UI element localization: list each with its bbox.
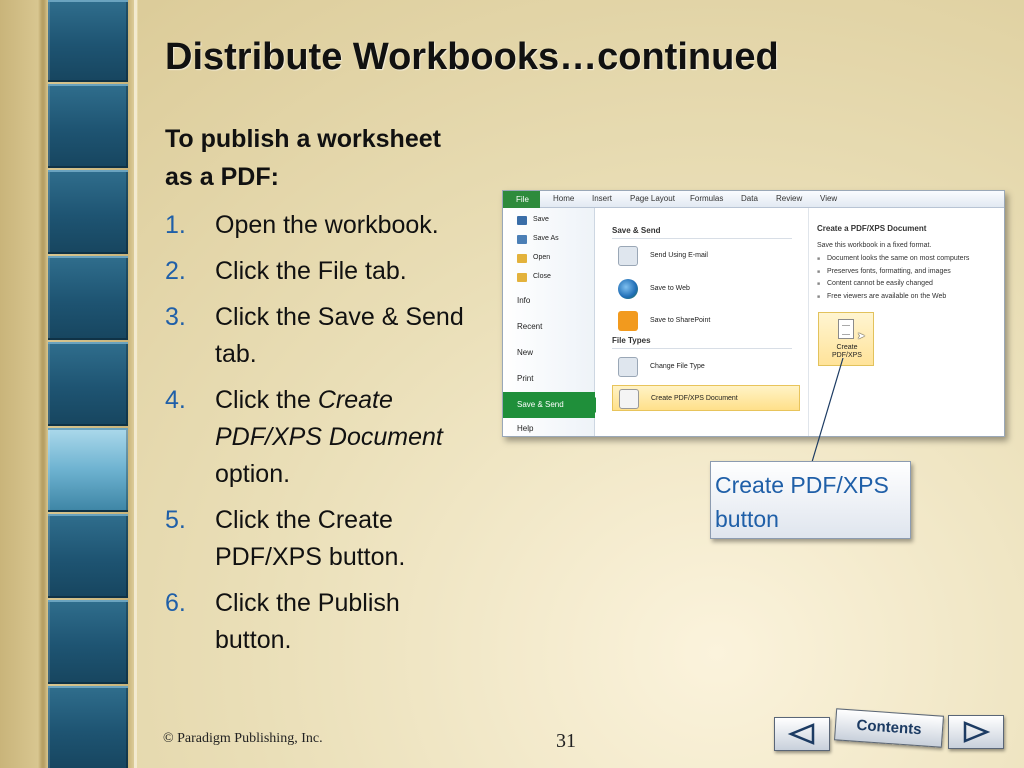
step-text: Open the workbook. bbox=[215, 211, 439, 239]
ribbon-tab-file[interactable]: File bbox=[503, 191, 540, 208]
step-number: 5. bbox=[165, 506, 186, 534]
sharepoint-icon bbox=[618, 311, 638, 331]
backstage-save[interactable]: Save bbox=[503, 216, 595, 223]
bullet-item: Preserves fonts, formatting, and images bbox=[817, 266, 969, 279]
step-item: 2. Click the File tab. bbox=[165, 253, 475, 290]
globe-icon bbox=[618, 279, 638, 299]
ribbon-tab-page-layout[interactable]: Page Layout bbox=[630, 194, 675, 203]
option-label: Create PDF/XPS Document bbox=[651, 395, 738, 402]
backstage-help[interactable]: Help bbox=[503, 424, 595, 433]
option-save-sharepoint[interactable]: Save to SharePoint bbox=[612, 308, 800, 334]
intro-heading: To publish a worksheet as a PDF: bbox=[165, 125, 441, 191]
create-button-label: Create PDF/XPS bbox=[819, 344, 875, 360]
create-pdf-xps-button[interactable]: ➤ Create PDF/XPS bbox=[818, 312, 874, 366]
tile bbox=[48, 686, 128, 768]
create-button-line2: PDF/XPS bbox=[832, 352, 862, 359]
pdf-details-bullets: Document looks the same on most computer… bbox=[817, 253, 969, 303]
tile bbox=[48, 256, 128, 340]
option-label: Send Using E-mail bbox=[650, 252, 708, 259]
backstage-info[interactable]: Info bbox=[503, 296, 595, 305]
option-save-web[interactable]: Save to Web bbox=[612, 276, 800, 302]
strip-divider bbox=[134, 0, 137, 768]
tile bbox=[48, 342, 128, 426]
step-number: 3. bbox=[165, 303, 186, 331]
copyright-text: © Paradigm Publishing, Inc. bbox=[163, 731, 323, 746]
step-text-post: option. bbox=[215, 460, 291, 488]
section-divider bbox=[612, 348, 792, 349]
step-item: 4. Click the Create PDF/XPS Document opti… bbox=[165, 382, 475, 493]
create-button-line1: Create bbox=[836, 344, 858, 351]
previous-slide-button[interactable] bbox=[774, 717, 830, 751]
backstage-print[interactable]: Print bbox=[503, 374, 595, 383]
pdf-details-header: Create a PDF/XPS Document bbox=[817, 224, 927, 233]
step-number: 1. bbox=[165, 211, 186, 239]
step-text: Click the File tab. bbox=[215, 257, 407, 285]
step-text-pre: Click the bbox=[215, 386, 318, 414]
backstage-save-as[interactable]: Save As bbox=[503, 235, 595, 242]
ribbon-tab-home[interactable]: Home bbox=[553, 194, 574, 203]
step-item: 5. Click the Create PDF/XPS button. bbox=[165, 502, 475, 576]
step-number: 2. bbox=[165, 257, 186, 285]
backstage-recent[interactable]: Recent bbox=[503, 322, 595, 331]
backstage-save-send[interactable]: Save & Send bbox=[503, 392, 603, 418]
arrow-left-icon bbox=[787, 723, 815, 745]
ribbon-tab-insert[interactable]: Insert bbox=[592, 194, 612, 203]
bullet-item: Free viewers are available on the Web bbox=[817, 291, 969, 304]
step-item: 3. Click the Save & Send tab. bbox=[165, 299, 475, 373]
save-send-panel: Save & Send Send Using E-mail Save to We… bbox=[596, 208, 803, 436]
ribbon-tab-view[interactable]: View bbox=[820, 194, 837, 203]
excel-screenshot: File Home Insert Page Layout Formulas Da… bbox=[502, 190, 1005, 437]
ribbon-tabs: File Home Insert Page Layout Formulas Da… bbox=[503, 191, 1004, 208]
option-label: Change File Type bbox=[650, 363, 705, 370]
option-create-pdf-xps[interactable]: Create PDF/XPS Document bbox=[612, 385, 800, 411]
backstage-nav: Save Save As Open Close Info Recent New … bbox=[503, 208, 603, 436]
ribbon-tab-review[interactable]: Review bbox=[776, 194, 802, 203]
save-send-header: Save & Send bbox=[612, 226, 661, 235]
step-text: Click the Create PDF/XPS button. bbox=[215, 506, 406, 571]
pdf-details-description: Save this workbook in a fixed format. bbox=[817, 242, 932, 249]
tile bbox=[48, 600, 128, 684]
backstage-close[interactable]: Close bbox=[503, 273, 595, 280]
option-send-email[interactable]: Send Using E-mail bbox=[612, 243, 800, 269]
option-label: Save to SharePoint bbox=[650, 317, 711, 324]
tile bbox=[48, 428, 128, 512]
document-icon bbox=[838, 319, 854, 339]
ribbon-tab-data[interactable]: Data bbox=[741, 194, 758, 203]
step-number: 6. bbox=[165, 589, 186, 617]
step-text: Click the Save & Send tab. bbox=[215, 303, 464, 368]
pdf-details-panel: Create a PDF/XPS Document Save this work… bbox=[808, 208, 1004, 436]
backstage-new[interactable]: New bbox=[503, 348, 595, 357]
arrow-right-icon bbox=[963, 721, 991, 743]
option-change-file-type[interactable]: Change File Type bbox=[612, 354, 800, 380]
contents-button[interactable]: Contents bbox=[834, 708, 944, 748]
page-number: 31 bbox=[556, 730, 576, 752]
email-icon bbox=[618, 246, 638, 266]
bullet-item: Document looks the same on most computer… bbox=[817, 253, 969, 266]
tile bbox=[48, 0, 128, 82]
bullet-item: Content cannot be easily changed bbox=[817, 278, 969, 291]
tile bbox=[48, 514, 128, 598]
section-divider bbox=[612, 238, 792, 239]
decorative-tiles bbox=[48, 0, 128, 768]
pdf-document-icon bbox=[619, 389, 639, 409]
mouse-pointer-icon: ➤ bbox=[857, 331, 866, 342]
step-number: 4. bbox=[165, 386, 186, 414]
step-item: 1. Open the workbook. bbox=[165, 207, 475, 244]
step-text: Click the Publish button. bbox=[215, 589, 400, 654]
next-slide-button[interactable] bbox=[948, 715, 1004, 749]
option-label: Save to Web bbox=[650, 285, 690, 292]
change-file-type-icon bbox=[618, 357, 638, 377]
ribbon-tab-formulas[interactable]: Formulas bbox=[690, 194, 723, 203]
step-text: Click the Create PDF/XPS Document option… bbox=[215, 382, 475, 493]
file-types-header: File Types bbox=[612, 336, 651, 345]
step-item: 6. Click the Publish button. bbox=[165, 585, 475, 659]
steps-list: 1. Open the workbook. 2. Click the File ta… bbox=[165, 207, 475, 668]
callout-box: Create PDF/XPS button bbox=[710, 461, 911, 539]
slide-title: Distribute Workbooks…continued bbox=[165, 36, 779, 78]
tile bbox=[48, 84, 128, 168]
tile bbox=[48, 170, 128, 254]
backstage-open[interactable]: Open bbox=[503, 254, 595, 261]
